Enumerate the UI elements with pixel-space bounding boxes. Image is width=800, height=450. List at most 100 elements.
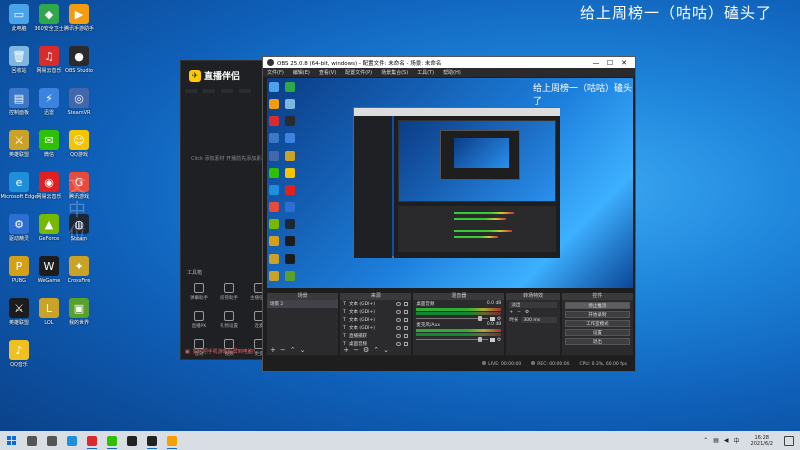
desktop-icon[interactable]: ⚙ 驱动精灵 <box>4 214 34 242</box>
desktop-icon[interactable]: ▣ 我的世界 <box>64 298 94 326</box>
menu-item[interactable]: 工具(T) <box>417 69 434 76</box>
source-item[interactable]: T 文本 (GDI+) <box>340 316 411 324</box>
eye-icon[interactable] <box>396 310 402 314</box>
companion-tabs[interactable] <box>185 89 251 93</box>
input-language[interactable]: 中 <box>734 436 740 445</box>
settings-button[interactable]: 设置 <box>564 329 630 336</box>
menu-item[interactable]: 文件(F) <box>267 69 284 76</box>
taskbar-companion[interactable] <box>162 431 182 450</box>
add-icon[interactable]: + <box>270 346 276 354</box>
companion-tab[interactable] <box>203 89 215 93</box>
toolbox-tool[interactable]: 弹幕助手 <box>185 283 213 301</box>
taskbar-task-view[interactable] <box>42 431 62 450</box>
desktop-icon[interactable]: ▶ 腾讯手游助手 <box>64 4 94 32</box>
desktop-icon[interactable]: ✉ 微信 <box>34 130 64 158</box>
remove-icon[interactable]: − <box>517 310 521 315</box>
desktop-icon[interactable]: 🗑 回收站 <box>4 46 34 74</box>
desktop-icon[interactable]: P PUBG <box>4 256 34 284</box>
speaker-icon[interactable] <box>489 337 495 342</box>
scene-item[interactable]: 场景 2 <box>267 300 339 308</box>
desktop-icon[interactable]: ⚔ 英雄联盟 <box>4 130 34 158</box>
menu-item[interactable]: 查看(V) <box>319 69 336 76</box>
lock-icon[interactable] <box>404 342 409 346</box>
volume-icon[interactable]: ◀ <box>724 437 729 444</box>
taskbar-wechat[interactable] <box>102 431 122 450</box>
add-icon[interactable]: + <box>343 346 349 354</box>
desktop-icon[interactable]: ● OBS Studio <box>64 46 94 74</box>
desktop-icon[interactable]: ◉ 网易云音乐 <box>34 172 64 200</box>
taskbar-search[interactable] <box>22 431 42 450</box>
menu-item[interactable]: 帮助(H) <box>443 69 461 76</box>
obs-preview[interactable]: 给上周榜一（咕咕）磕头了 <box>267 78 633 288</box>
studio-mode-button[interactable]: 工作室模式 <box>564 320 630 327</box>
source-item[interactable]: T 文本 (GDI+) <box>340 324 411 332</box>
desktop-icon[interactable]: ⚔ 英雄联盟 <box>4 298 34 326</box>
lock-icon[interactable] <box>404 310 409 314</box>
toolbox-tool[interactable]: 礼物设置 <box>215 311 243 329</box>
remove-icon[interactable]: − <box>280 346 286 354</box>
companion-footer-link[interactable]: ▣ 如何把手机游戏投屏到电脑？ <box>185 348 258 356</box>
desktop-icon[interactable]: ♪ QQ音乐 <box>4 340 34 368</box>
move-down-icon[interactable]: ⌄ <box>300 346 306 354</box>
desktop-icon[interactable]: ▭ 此电脑 <box>4 4 34 32</box>
move-down-icon[interactable]: ⌄ <box>383 346 389 354</box>
chevron-up-icon[interactable]: ⌃ <box>703 437 708 444</box>
source-item[interactable]: T 直播捕获 <box>340 332 411 340</box>
gear-icon[interactable]: ⚙ <box>497 316 501 322</box>
desktop-icon[interactable]: L LOL <box>34 298 64 326</box>
volume-slider[interactable]: ⚙ <box>416 337 501 343</box>
toolbox-tool[interactable]: 直播PK <box>185 311 213 329</box>
desktop-icon[interactable]: ♫ 网易云音乐 <box>34 46 64 74</box>
desktop-icon[interactable]: ▲ GeForce <box>34 214 64 242</box>
menu-item[interactable]: 配置文件(P) <box>345 69 372 76</box>
lock-icon[interactable] <box>404 326 409 330</box>
notification-icon[interactable] <box>784 435 794 446</box>
speaker-icon[interactable] <box>489 316 495 321</box>
stop-streaming-button[interactable]: 停止推流 <box>564 302 630 309</box>
lock-icon[interactable] <box>404 334 409 338</box>
lock-icon[interactable] <box>404 302 409 306</box>
desktop-icon[interactable]: ✦ CrossFire <box>64 256 94 284</box>
move-up-icon[interactable]: ⌃ <box>290 346 296 354</box>
desktop-icon[interactable]: W WeGame <box>34 256 64 284</box>
transition-select[interactable]: 淡出 <box>509 302 557 308</box>
remove-icon[interactable]: − <box>353 346 359 354</box>
taskbar-netease-music[interactable] <box>82 431 102 450</box>
source-item[interactable]: T 文本 (GDI+) <box>340 308 411 316</box>
desktop-icon[interactable]: ⚡ 迅雷 <box>34 88 64 116</box>
eye-icon[interactable] <box>396 342 402 346</box>
exit-button[interactable]: 退出 <box>564 338 630 345</box>
lock-icon[interactable] <box>404 318 409 322</box>
companion-footer-text[interactable]: 如何把手机游戏投屏到电脑？ <box>193 348 258 355</box>
move-up-icon[interactable]: ⌃ <box>373 346 379 354</box>
taskbar-qq[interactable] <box>122 431 142 450</box>
taskbar-edge[interactable] <box>62 431 82 450</box>
menu-item[interactable]: 场景集合(S) <box>381 69 408 76</box>
companion-tab[interactable] <box>221 89 233 93</box>
network-icon[interactable]: ▤ <box>713 437 719 444</box>
eye-icon[interactable] <box>396 318 402 322</box>
gear-icon[interactable]: ⚙ <box>525 310 529 315</box>
duration-input[interactable]: 300 ms <box>521 317 557 323</box>
eye-icon[interactable] <box>396 326 402 330</box>
obs-window[interactable]: OBS 25.0.8 (64-bit, windows) - 配置文件: 未命名… <box>262 56 636 372</box>
gear-icon[interactable]: ⚙ <box>497 337 501 343</box>
start-recording-button[interactable]: 开始录制 <box>564 311 630 318</box>
companion-tab[interactable] <box>239 89 251 93</box>
companion-tab[interactable] <box>185 89 197 93</box>
add-icon[interactable]: + <box>509 310 513 315</box>
menu-item[interactable]: 编辑(E) <box>293 69 310 76</box>
gear-icon[interactable]: ⚙ <box>363 346 369 354</box>
clock[interactable]: 16:28 2021/6/2 <box>751 435 773 447</box>
toolbox-tool[interactable]: 房管助手 <box>215 283 243 301</box>
volume-slider[interactable]: ⚙ <box>416 316 501 322</box>
desktop-icon[interactable]: ◎ SteamVR <box>64 88 94 116</box>
obs-titlebar[interactable]: OBS 25.0.8 (64-bit, windows) - 配置文件: 未命名… <box>263 57 635 68</box>
eye-icon[interactable] <box>396 302 402 306</box>
desktop-icon[interactable]: ☺ QQ游戏 <box>64 130 94 158</box>
desktop-icon[interactable]: ◆ 360安全卫士 <box>34 4 64 32</box>
close-icon[interactable]: ✕ <box>617 59 631 67</box>
eye-icon[interactable] <box>396 334 402 338</box>
start-button[interactable] <box>0 431 22 450</box>
desktop-icon[interactable]: e Microsoft Edge <box>1 172 37 200</box>
